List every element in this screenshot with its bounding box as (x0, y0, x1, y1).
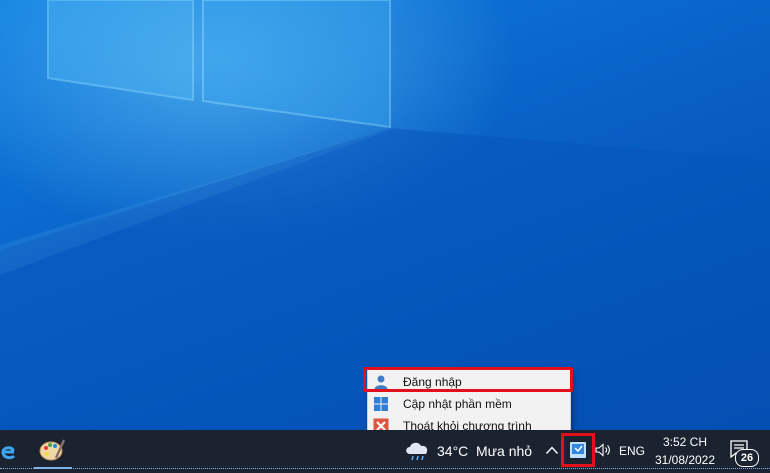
highlight-box-tray-app (561, 433, 595, 467)
paint-icon[interactable] (38, 436, 66, 464)
notification-count-badge: 26 (735, 449, 759, 467)
clock-time[interactable]: 3:52 CH (662, 435, 708, 449)
weather-temperature[interactable]: 34°C (437, 443, 468, 459)
volume-icon[interactable] (595, 443, 611, 457)
internet-explorer-icon[interactable] (0, 438, 16, 464)
chevron-up-icon[interactable] (545, 445, 559, 455)
windows-icon (374, 397, 388, 411)
menu-item-update-software[interactable]: Cập nhật phần mềm (368, 393, 570, 415)
taskbar-edge (0, 468, 770, 471)
language-indicator[interactable]: ENG (619, 444, 645, 458)
active-app-indicator (34, 467, 72, 469)
weather-description[interactable]: Mưa nhỏ (476, 443, 532, 459)
windows-logo-wallpaper (0, 0, 770, 430)
desktop (0, 0, 770, 430)
cloud-rain-icon[interactable] (404, 439, 430, 461)
highlight-box-login (363, 367, 573, 392)
menu-item-label: Cập nhật phần mềm (403, 397, 512, 411)
clock-date[interactable]: 31/08/2022 (654, 453, 716, 467)
